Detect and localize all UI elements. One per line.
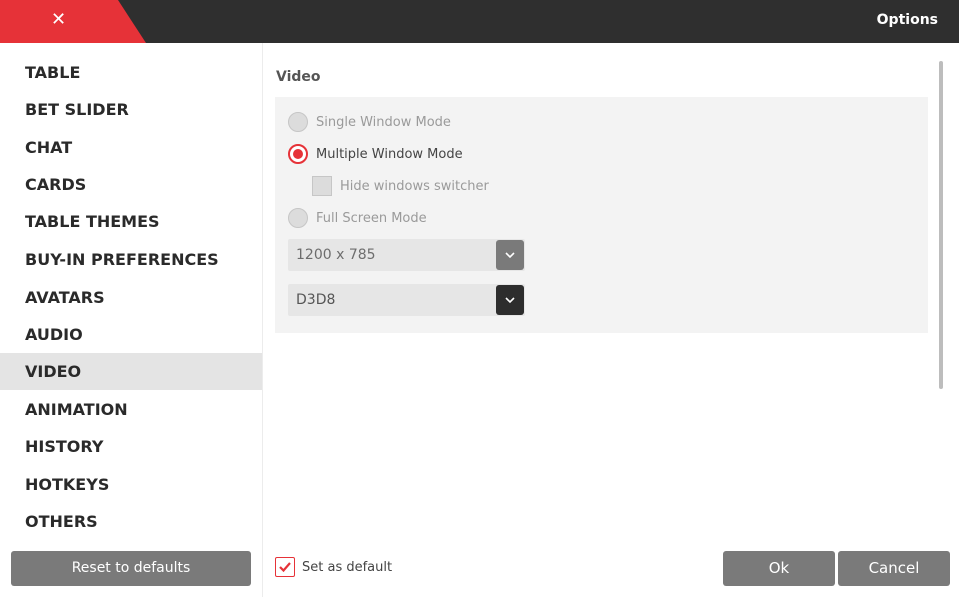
- sidebar-item-history[interactable]: HISTORY: [0, 428, 262, 465]
- radio-unchecked-icon: [288, 208, 308, 228]
- sidebar-item-others[interactable]: OTHERS: [0, 503, 262, 540]
- close-button[interactable]: ✕: [0, 0, 146, 43]
- radio-unchecked-icon: [288, 112, 308, 132]
- sidebar-item-table[interactable]: TABLE: [0, 54, 262, 91]
- reset-defaults-button[interactable]: Reset to defaults: [11, 551, 251, 586]
- checkbox-unchecked-icon: [312, 176, 332, 196]
- sidebar-item-cards[interactable]: CARDS: [0, 166, 262, 203]
- cancel-button[interactable]: Cancel: [838, 551, 950, 586]
- content-pane: Video Single Window Mode Multiple Window…: [262, 43, 959, 597]
- sidebar-item-video[interactable]: VIDEO: [0, 353, 262, 390]
- radio-label: Single Window Mode: [316, 114, 451, 130]
- radio-label: Full Screen Mode: [316, 210, 427, 226]
- vertical-scrollbar[interactable]: [939, 61, 943, 389]
- section-title: Video: [276, 69, 321, 85]
- window-title: Options: [876, 12, 938, 28]
- renderer-value: D3D8: [296, 292, 336, 308]
- video-settings-panel: Single Window Mode Multiple Window Mode …: [275, 97, 928, 333]
- chevron-down-icon[interactable]: [496, 240, 524, 270]
- single-window-mode-radio[interactable]: Single Window Mode: [288, 111, 451, 133]
- sidebar-item-table-themes[interactable]: TABLE THEMES: [0, 203, 262, 240]
- sidebar: TABLE BET SLIDER CHAT CARDS TABLE THEMES…: [0, 43, 262, 597]
- multiple-window-mode-radio[interactable]: Multiple Window Mode: [288, 143, 463, 165]
- renderer-select[interactable]: D3D8: [288, 284, 525, 316]
- checkbox-label: Hide windows switcher: [340, 178, 489, 194]
- resolution-value: 1200 x 785: [296, 247, 376, 263]
- full-screen-mode-radio[interactable]: Full Screen Mode: [288, 207, 427, 229]
- sidebar-item-bet-slider[interactable]: BET SLIDER: [0, 91, 262, 128]
- title-bar: ✕ Options: [0, 0, 959, 43]
- sidebar-item-buy-in-preferences[interactable]: BUY-IN PREFERENCES: [0, 241, 262, 278]
- sidebar-item-animation[interactable]: ANIMATION: [0, 391, 262, 428]
- sidebar-item-avatars[interactable]: AVATARS: [0, 279, 262, 316]
- radio-label: Multiple Window Mode: [316, 146, 463, 162]
- sidebar-item-audio[interactable]: AUDIO: [0, 316, 262, 353]
- close-icon: ✕: [51, 9, 67, 30]
- sidebar-item-chat[interactable]: CHAT: [0, 129, 262, 166]
- sidebar-item-hotkeys[interactable]: HOTKEYS: [0, 466, 262, 503]
- checkbox-label: Set as default: [302, 559, 393, 575]
- ok-button[interactable]: Ok: [723, 551, 835, 586]
- checkmark-icon: [275, 557, 295, 577]
- resolution-select[interactable]: 1200 x 785: [288, 239, 525, 271]
- radio-checked-icon: [288, 144, 308, 164]
- set-as-default-checkbox[interactable]: Set as default: [275, 557, 392, 577]
- chevron-down-icon[interactable]: [496, 285, 524, 315]
- hide-windows-switcher-checkbox[interactable]: Hide windows switcher: [312, 175, 489, 197]
